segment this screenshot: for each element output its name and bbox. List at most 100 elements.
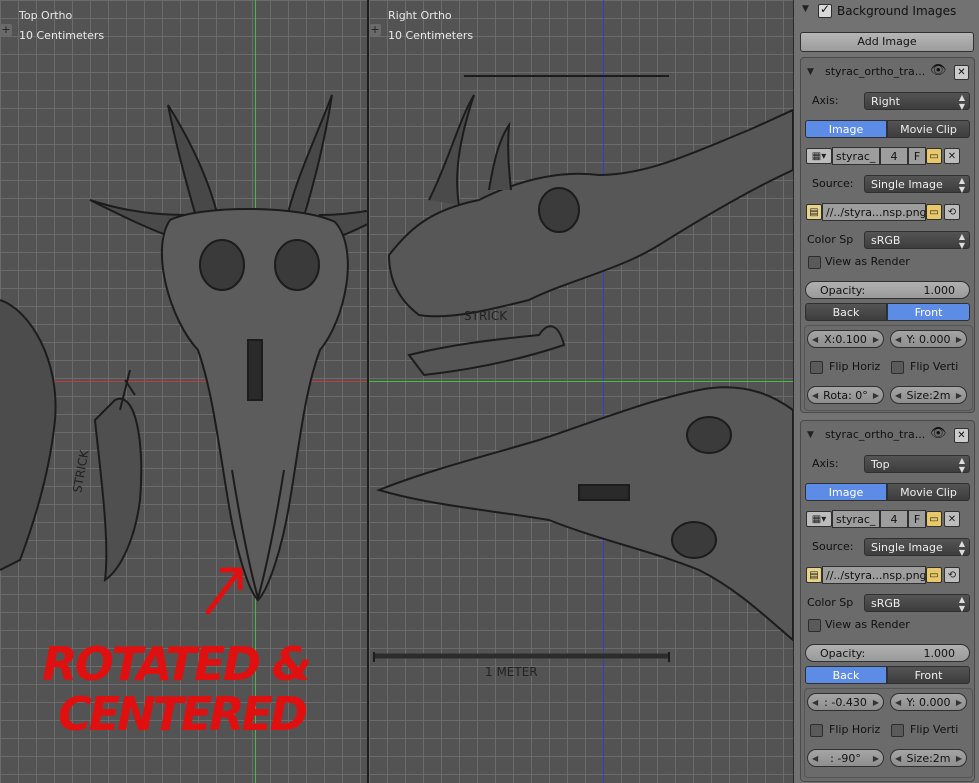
checkmark-icon: ✓ [820, 2, 831, 16]
scalebar-label: 1 METER [485, 665, 538, 679]
flip-horizontal-label: Flip Horiz [829, 723, 881, 736]
colorspace-dropdown[interactable]: sRGB ▲ ▼ [864, 594, 970, 613]
image-name: styrac_ortho_tra... [825, 428, 926, 441]
tab-image[interactable]: Image [805, 120, 887, 138]
flip-vertical-label: Flip Verti [910, 723, 959, 736]
updown-arrow-icon: ▲ ▼ [958, 93, 965, 111]
open-folder-icon[interactable]: ▭ [926, 148, 942, 164]
depth-back-button[interactable]: Back [805, 303, 887, 321]
unlink-x-icon[interactable]: ✕ [944, 148, 960, 164]
view-as-render-checkbox[interactable] [808, 619, 821, 632]
decrement-arrow-icon: ◀ [895, 335, 902, 344]
opacity-slider[interactable]: Opacity: 1.000 [805, 644, 970, 662]
size-field[interactable]: ◀ Size:2m ▶ [890, 386, 967, 404]
viewport-scale: 10 Centimeters [388, 29, 474, 42]
panel-title: Background Images [837, 4, 957, 18]
image-browse-icon[interactable]: ▦▾ [806, 148, 832, 164]
flip-vertical-checkbox[interactable] [891, 724, 904, 737]
image-browse-icon[interactable]: ▦▾ [806, 511, 832, 527]
tab-image[interactable]: Image [805, 483, 887, 501]
axis-label: Axis: [812, 457, 839, 470]
decrement-arrow-icon: ◀ [812, 391, 819, 400]
colorspace-dropdown[interactable]: sRGB ▲ ▼ [864, 231, 970, 250]
x-offset-field[interactable]: ◀: -0.430 ▶ [807, 693, 884, 711]
source-label: Source: [812, 540, 854, 553]
tab-movie-clip[interactable]: Movie Clip [887, 120, 970, 138]
y-offset-field[interactable]: ◀ Y: 0.000 ▶ [890, 330, 967, 348]
tab-movie-clip[interactable]: Movie Clip [887, 483, 970, 501]
background-images-panel: ▼ ✓ Background Images Add Image ▼ styrac… [793, 0, 979, 783]
file-icon: ▤ [806, 204, 822, 220]
size-field[interactable]: ◀ Size:2m ▶ [890, 749, 967, 767]
image-datablock-name[interactable]: styrac_ [832, 147, 880, 165]
fake-user-button[interactable]: F [908, 510, 926, 528]
open-folder-icon[interactable]: ▭ [926, 567, 942, 583]
reload-icon[interactable]: ⟲ [944, 567, 960, 583]
top-sketch-label: STRICK [70, 448, 91, 494]
bg-image-block-2: ▼ styrac_ortho_tra... 👁 ✕ Axis: Top ▲ ▼ I… [800, 420, 975, 782]
increment-arrow-icon: ▶ [955, 335, 962, 344]
source-label: Source: [812, 177, 854, 190]
fake-user-button[interactable]: F [908, 147, 926, 165]
background-images-checkbox[interactable]: ✓ [818, 2, 832, 18]
remove-x-icon[interactable]: ✕ [954, 65, 969, 80]
updown-arrow-icon: ▲ ▼ [958, 539, 965, 557]
axis-dropdown[interactable]: Right ▲ ▼ [864, 92, 970, 111]
rotation-field[interactable]: ◀ Rota: 0° ▶ [807, 386, 884, 404]
view-as-render-checkbox[interactable] [808, 256, 821, 269]
filepath-field[interactable]: //../styra...nsp.png [822, 203, 926, 221]
open-folder-icon[interactable]: ▭ [926, 511, 942, 527]
viewport-corner-plus-icon[interactable]: + [369, 24, 381, 36]
collapse-arrow-icon[interactable]: ▼ [802, 4, 809, 14]
increment-arrow-icon: ▶ [872, 698, 879, 707]
flip-vertical-checkbox[interactable] [891, 361, 904, 374]
depth-back-button[interactable]: Back [805, 666, 887, 684]
image-user-count: 4 [880, 147, 908, 165]
updown-arrow-icon: ▲ ▼ [958, 176, 965, 194]
remove-x-icon[interactable]: ✕ [954, 428, 969, 443]
filepath-field[interactable]: //../styra...nsp.png [822, 566, 926, 584]
viewport-top-ortho[interactable]: STRICK + Top Ortho 10 Centimeters [0, 0, 367, 783]
flip-horizontal-checkbox[interactable] [810, 361, 823, 374]
bg-image-block-1: ▼ styrac_ortho_tra... 👁 ✕ Axis: Right ▲ ▼… [800, 57, 975, 413]
unlink-x-icon[interactable]: ✕ [944, 511, 960, 527]
source-dropdown[interactable]: Single Image ▲ ▼ [864, 538, 970, 557]
x-offset-field[interactable]: ◀ X:0.100 ▶ [807, 330, 884, 348]
skull-top-sketch: STRICK [0, 94, 367, 602]
open-folder-icon[interactable]: ▭ [926, 204, 942, 220]
increment-arrow-icon: ▶ [955, 754, 962, 763]
add-image-button[interactable]: Add Image [800, 32, 974, 52]
viewport-corner-plus-icon[interactable]: + [0, 24, 12, 36]
flip-vertical-label: Flip Verti [910, 360, 959, 373]
image-user-count: 4 [880, 510, 908, 528]
flip-horizontal-label: Flip Horiz [829, 360, 881, 373]
eye-icon[interactable]: 👁 [930, 426, 947, 441]
axis-label: Axis: [812, 94, 839, 107]
flip-horizontal-checkbox[interactable] [810, 724, 823, 737]
panel-header[interactable]: ▼ ✓ Background Images [794, 0, 979, 24]
skull-side-sketch: STRICK 1 METER [373, 75, 793, 679]
image-name: styrac_ortho_tra... [825, 65, 926, 78]
increment-arrow-icon: ▶ [872, 335, 879, 344]
depth-front-button[interactable]: Front [887, 666, 970, 684]
view-as-render-label: View as Render [825, 255, 910, 268]
y-offset-field[interactable]: ◀ Y: 0.000 ▶ [890, 693, 967, 711]
increment-arrow-icon: ▶ [955, 391, 962, 400]
decrement-arrow-icon: ◀ [895, 391, 902, 400]
increment-arrow-icon: ▶ [872, 391, 879, 400]
rotation-field[interactable]: ◀: -90° ▶ [807, 749, 884, 767]
expand-arrow-icon[interactable]: ▼ [807, 430, 814, 440]
decrement-arrow-icon: ◀ [895, 754, 902, 763]
source-dropdown[interactable]: Single Image ▲ ▼ [864, 175, 970, 194]
eye-icon[interactable]: 👁 [930, 63, 947, 78]
right-sketch-label: STRICK [464, 309, 508, 323]
viewport-scale: 10 Centimeters [19, 29, 105, 42]
image-datablock-name[interactable]: styrac_ [832, 510, 880, 528]
depth-front-button[interactable]: Front [887, 303, 970, 321]
opacity-slider[interactable]: Opacity: 1.000 [805, 281, 970, 299]
axis-dropdown[interactable]: Top ▲ ▼ [864, 455, 970, 474]
viewport-right-ortho[interactable]: STRICK 1 METER + Right Ortho 10 Centimet… [369, 0, 793, 783]
expand-arrow-icon[interactable]: ▼ [807, 67, 814, 77]
colorspace-label: Color Sp [807, 596, 854, 609]
reload-icon[interactable]: ⟲ [944, 204, 960, 220]
